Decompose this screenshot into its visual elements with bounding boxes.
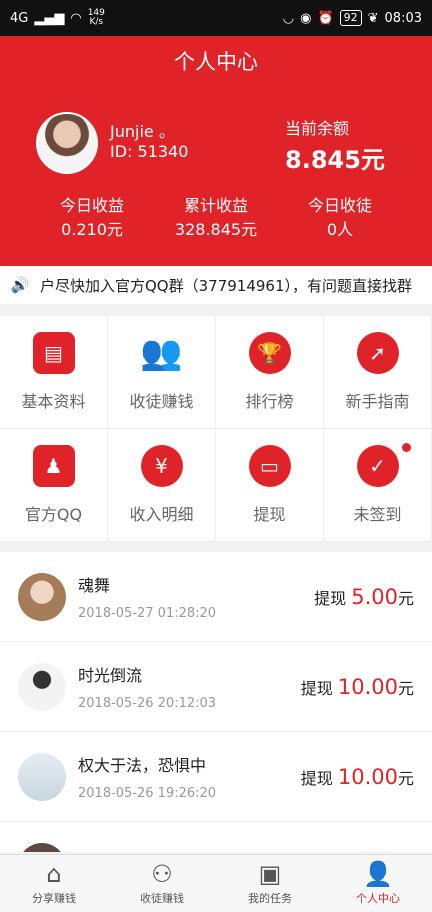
signal-icon: ▂▄▆	[34, 10, 65, 26]
stat-label: 今日收益	[59, 196, 124, 215]
profile-header: 个人中心 Junjie 。 ID: 51340 当前余额 8.845元 今日收益…	[0, 36, 432, 266]
menu-label: 未签到	[353, 505, 402, 524]
stat-today-disciples: 今日收徒 0人	[268, 194, 412, 242]
record-amount: 提现 5.00元	[314, 584, 414, 609]
speaker-icon: 🔊	[10, 276, 30, 294]
stat-today-income: 今日收益 0.210元	[20, 194, 164, 242]
stat-value: 328.845元	[174, 220, 258, 239]
tab-share[interactable]: ⌂ 分享赚钱	[0, 855, 108, 912]
record-name: 魂舞	[78, 576, 111, 595]
menu-leaderboard[interactable]: 🏆 排行榜	[216, 316, 324, 429]
battery-indicator: 92	[339, 10, 362, 26]
tab-recruit[interactable]: ⚇ 收徒赚钱	[108, 855, 216, 912]
avatar	[18, 842, 66, 852]
network-speed: 149 K/s	[87, 8, 105, 27]
menu-label: 新手指南	[345, 392, 410, 411]
users-icon: ⚇	[151, 860, 173, 888]
withdraw-records: 魂舞 2018-05-27 01:28:20 提现 5.00元 时光倒流 2018-…	[0, 552, 432, 852]
tab-tasks[interactable]: ▣ 我的任务	[216, 855, 324, 912]
headphones-icon: ◡	[282, 10, 295, 26]
record-amount: 提现 10.00元	[300, 674, 414, 699]
menu-checkin[interactable]: ✓ 未签到	[324, 429, 432, 542]
menu-label: 基本资料	[21, 392, 86, 411]
menu-label: 提现	[253, 505, 286, 524]
tab-label: 收徒赚钱	[140, 892, 184, 905]
user-avatar[interactable]	[36, 112, 98, 174]
avatar	[18, 752, 66, 801]
list-item[interactable]: 权大于法，恐惧中 2018-05-26 19:26:20 提现 10.00元	[0, 732, 432, 822]
menu-basic-info[interactable]: ▤ 基本资料	[0, 316, 108, 429]
stat-total-income: 累计收益 328.845元	[144, 194, 288, 242]
menu-label: 排行榜	[245, 392, 294, 411]
leaf-icon: ❦	[367, 10, 379, 26]
notice-marquee[interactable]: 🔊 户尽快加入官方QQ群（377914961），有问题直接找群	[0, 266, 432, 304]
stat-label: 累计收益	[183, 196, 248, 215]
network-label: 4G	[10, 10, 29, 26]
id-card-icon: ▤	[32, 332, 75, 374]
menu-withdraw[interactable]: ▭ 提现	[216, 429, 324, 542]
avatar	[18, 662, 66, 711]
stat-value: 0.210元	[61, 220, 123, 239]
menu-recruit[interactable]: 👥 收徒赚钱	[108, 316, 216, 429]
record-time: 2018-05-26 20:12:03	[78, 696, 217, 711]
trophy-icon: 🏆	[248, 332, 291, 374]
eye-icon: ◉	[300, 10, 312, 26]
wifi-icon: ◠	[70, 10, 82, 26]
calendar-check-icon: ✓	[356, 445, 399, 487]
user-id: ID: 51340	[110, 142, 189, 161]
tab-label: 我的任务	[248, 892, 292, 905]
menu-official-qq[interactable]: ♟ 官方QQ	[0, 429, 108, 542]
stat-value: 0人	[326, 220, 354, 239]
users-icon: 👥	[140, 333, 183, 373]
list-item[interactable]: 魂舞 2018-05-27 01:28:20 提现 5.00元	[0, 552, 432, 642]
username: Junjie 。	[110, 122, 175, 141]
menu-label: 收徒赚钱	[129, 392, 194, 411]
box-icon: ▣	[258, 860, 282, 888]
tab-label: 分享赚钱	[32, 892, 76, 905]
page-title: 个人中心	[174, 50, 258, 74]
status-bar: 4G ▂▄▆ ◠ 149 K/s ◡ ◉ ⏰ 92 ❦ 08:03	[0, 0, 432, 36]
qq-icon: ♟	[32, 445, 75, 487]
tab-label: 个人中心	[356, 892, 400, 905]
person-icon: 👤	[363, 860, 393, 888]
tab-profile[interactable]: 👤 个人中心	[324, 855, 432, 912]
alarm-icon: ⏰	[317, 10, 334, 26]
yuan-cycle-icon: ¥	[140, 445, 183, 487]
balance-label: 当前余额	[285, 119, 350, 138]
avatar	[18, 572, 66, 621]
record-amount: 提现 10.00元	[300, 764, 414, 789]
menu-income-detail[interactable]: ¥ 收入明细	[108, 429, 216, 542]
menu-label: 收入明细	[129, 505, 194, 524]
clock-time: 08:03	[384, 10, 422, 26]
menu-guide[interactable]: ➚ 新手指南	[324, 316, 432, 429]
notification-dot	[402, 443, 411, 452]
list-item[interactable]: 时光倒流 2018-05-26 20:12:03 提现 10.00元	[0, 642, 432, 732]
notice-text: 户尽快加入官方QQ群（377914961），有问题直接找群	[40, 276, 413, 295]
record-name: 权大于法，恐惧中	[78, 756, 207, 775]
home-icon: ⌂	[46, 860, 62, 888]
record-name: 时光倒流	[78, 666, 143, 685]
compass-icon: ➚	[356, 332, 399, 374]
wallet-icon: ▭	[248, 445, 291, 487]
record-name: 新旧	[78, 850, 414, 853]
bottom-tab-bar: ⌂ 分享赚钱 ⚇ 收徒赚钱 ▣ 我的任务 👤 个人中心	[0, 854, 432, 912]
balance-value: 8.845元	[285, 146, 385, 174]
record-time: 2018-05-26 19:26:20	[78, 786, 217, 801]
stat-label: 今日收徒	[307, 196, 372, 215]
list-item[interactable]: 新旧	[0, 822, 432, 852]
menu-grid: ▤ 基本资料 👥 收徒赚钱 🏆 排行榜 ➚ 新手指南 ♟ 官方QQ ¥ 收入明细 ▭ 提现 ✓…	[0, 316, 432, 542]
menu-label: 官方QQ	[24, 505, 83, 524]
record-time: 2018-05-27 01:28:20	[78, 606, 217, 621]
